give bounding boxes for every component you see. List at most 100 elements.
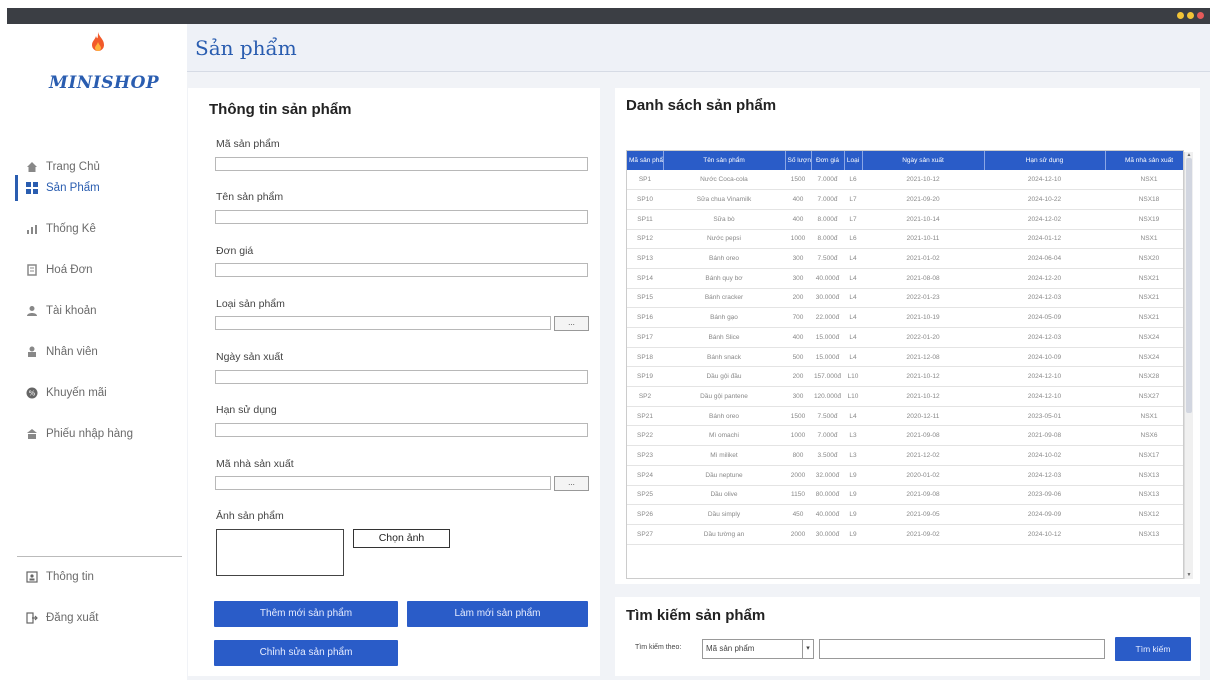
table-row[interactable]: SP25 Dầu olive 1150 80.000đ L9 2021-09-08 2023… <box>627 485 1183 506</box>
table-cell: L6 <box>844 229 862 250</box>
table-header-cell[interactable]: Tên sản phẩm <box>663 151 786 170</box>
price-input[interactable] <box>215 263 588 277</box>
table-row[interactable]: SP15 Bánh cracker 200 30.000đ L4 2022-01-23 20… <box>627 288 1183 309</box>
sidebar-item-logout[interactable]: Đăng xuất <box>7 605 187 631</box>
table-header-cell[interactable]: Đơn giá <box>811 151 845 170</box>
scroll-down-icon[interactable]: ▼ <box>1186 572 1192 578</box>
promo-icon: % <box>25 386 39 400</box>
table-cell: L10 <box>844 386 862 407</box>
table-row[interactable]: SP2 Dầu gội pantene 300 120.000đ L10 2021-10-… <box>627 386 1183 407</box>
table-cell: 2024-12-20 <box>984 268 1105 289</box>
search-button[interactable]: Tìm kiếm <box>1115 637 1191 661</box>
table-cell: SP13 <box>627 248 663 269</box>
table-cell: SP10 <box>627 189 663 210</box>
minimize-dot-icon[interactable] <box>1177 12 1184 19</box>
table-cell: 2023-05-01 <box>984 406 1105 427</box>
search-panel: Tìm kiếm sản phẩm <box>615 597 1200 676</box>
product-id-input[interactable] <box>215 157 588 171</box>
table-row[interactable]: SP24 Dầu neptune 2000 32.000đ L9 2020-01-02 20… <box>627 465 1183 486</box>
window-titlebar <box>7 8 1210 24</box>
search-input[interactable] <box>819 639 1105 659</box>
table-row[interactable]: SP14 Bánh quy bơ 300 40.000đ L4 2021-08-08 202… <box>627 268 1183 289</box>
table-row[interactable]: SP26 Dầu simply 450 40.000đ L9 2021-09-05 2024… <box>627 504 1183 525</box>
table-row[interactable]: SP1 Nước Coca-cola 1500 7.000đ L6 2021-10-12 2… <box>627 170 1183 191</box>
expiry-input[interactable] <box>215 423 588 437</box>
table-row[interactable]: SP13 Bánh oreo 300 7.500đ L4 2021-01-02 2024-0… <box>627 248 1183 269</box>
sidebar-item-statistics[interactable]: Thống Kê <box>7 216 187 242</box>
table-header-cell[interactable]: Hạn sử dụng <box>984 151 1106 170</box>
table-cell: 32.000đ <box>811 465 844 486</box>
table-cell: 2024-12-03 <box>984 327 1105 348</box>
table-row[interactable]: SP23 Mì miliket 800 3.500đ L3 2021-12-02 2024-… <box>627 445 1183 466</box>
table-row[interactable]: SP18 Bánh snack 500 15.000đ L4 2021-12-08 2024… <box>627 347 1183 368</box>
table-row[interactable]: SP12 Nước pepsi 1000 8.000đ L6 2021-10-11 2024… <box>627 229 1183 250</box>
sidebar-item-promotions[interactable]: % Khuyến mãi <box>7 380 187 406</box>
table-cell: 2000 <box>785 465 811 486</box>
table-row[interactable]: SP27 Dầu tường an 2000 30.000đ L9 2021-09-02 2… <box>627 524 1183 545</box>
table-cell: 3.500đ <box>811 445 844 466</box>
table-row[interactable]: SP16 Bánh gạo 700 22.000đ L4 2021-10-19 2024-0… <box>627 307 1183 328</box>
table-cell: Bánh cracker <box>663 288 785 309</box>
table-cell: 2021-09-20 <box>862 189 984 210</box>
table-header-cell[interactable]: Mã nhà sản xuất <box>1105 151 1183 170</box>
table-cell: 2022-01-20 <box>862 327 984 348</box>
maximize-dot-icon[interactable] <box>1187 12 1194 19</box>
product-info-title: Thông tin sản phẩm <box>209 101 352 118</box>
sidebar: MINISHOP Trang Chủ Sản Phẩm Thống Kê Hoá… <box>7 24 187 680</box>
table-header-cell[interactable]: Mã sản phẩm <box>627 151 664 170</box>
table-row[interactable]: SP19 Dầu gội đầu 200 157.000đ L10 2021-10-12 2… <box>627 366 1183 388</box>
refresh-product-button[interactable]: Làm mới sản phẩm <box>407 601 588 627</box>
table-cell: 2024-05-09 <box>984 307 1105 328</box>
table-cell: SP23 <box>627 445 663 466</box>
table-cell: 2020-01-02 <box>862 465 984 486</box>
table-scrollbar[interactable]: ▲ ▼ <box>1184 152 1193 579</box>
table-row[interactable]: SP10 Sữa chua Vinamilk 400 7.000đ L7 2021-09-… <box>627 189 1183 210</box>
category-browse-button[interactable]: ... <box>554 316 589 331</box>
sidebar-divider <box>17 556 182 557</box>
sidebar-item-staff[interactable]: Nhân viên <box>7 339 187 365</box>
table-cell: NSX13 <box>1105 524 1183 545</box>
table-cell: NSX1 <box>1105 229 1183 250</box>
sidebar-item-products[interactable]: Sản Phẩm <box>7 175 187 201</box>
sidebar-item-accounts[interactable]: Tài khoản <box>7 298 187 324</box>
category-input[interactable] <box>215 316 551 330</box>
sidebar-item-invoices[interactable]: Hoá Đơn <box>7 257 187 283</box>
table-cell: 2024-12-03 <box>984 465 1105 486</box>
close-dot-icon[interactable] <box>1197 12 1204 19</box>
table-row[interactable]: SP22 Mì omachi 1000 7.000đ L3 2021-09-08 2021-… <box>627 425 1183 447</box>
mfg-date-input[interactable] <box>215 370 588 384</box>
product-name-input[interactable] <box>215 210 588 224</box>
search-field-select[interactable]: Mã sản phẩm ▾ <box>702 639 814 659</box>
table-header-cell[interactable]: Loại <box>844 151 863 170</box>
add-product-button[interactable]: Thêm mới sản phẩm <box>214 601 398 627</box>
edit-product-button[interactable]: Chỉnh sửa sản phẩm <box>214 640 398 666</box>
table-cell: 2021-09-08 <box>984 425 1105 447</box>
table-row[interactable]: SP17 Bánh Slice 400 15.000đ L4 2022-01-20 2024… <box>627 327 1183 348</box>
table-cell: NSX18 <box>1105 189 1183 210</box>
chevron-down-icon[interactable]: ▾ <box>802 640 813 658</box>
table-cell: 800 <box>785 445 811 466</box>
table-cell: L10 <box>844 366 862 388</box>
sidebar-item-info[interactable]: Thông tin <box>7 564 187 590</box>
sidebar-item-import-receipts[interactable]: Phiếu nhập hàng <box>7 421 187 447</box>
category-label: Loại sản phẩm <box>216 298 285 310</box>
product-table: Mã sản phẩmTên sản phẩmSố lượngĐơn giáLo… <box>627 151 1183 545</box>
table-cell: NSX28 <box>1105 366 1183 388</box>
manufacturer-browse-button[interactable]: ... <box>554 476 589 491</box>
manufacturer-input[interactable] <box>215 476 551 490</box>
table-cell: 2021-09-08 <box>862 485 984 506</box>
table-cell: NSX6 <box>1105 425 1183 447</box>
table-cell: L4 <box>844 327 862 348</box>
mfg-date-label: Ngày sản xuất <box>216 351 284 363</box>
table-row[interactable]: SP11 Sữa bò 400 8.000đ L7 2021-10-14 2024-12-0… <box>627 209 1183 230</box>
table-cell: 7.500đ <box>811 406 844 427</box>
table-cell: 8.000đ <box>811 229 844 250</box>
table-header-cell[interactable]: Số lượng <box>785 151 812 170</box>
table-row[interactable]: SP21 Bánh oreo 1500 7.500đ L4 2020-12-11 2023-… <box>627 406 1183 427</box>
table-cell: Bánh oreo <box>663 248 785 269</box>
scrollbar-thumb[interactable] <box>1186 158 1192 413</box>
table-cell: SP21 <box>627 406 663 427</box>
table-header-cell[interactable]: Ngày sản xuất <box>862 151 985 170</box>
choose-image-button[interactable]: Chọn ảnh <box>353 529 450 548</box>
table-cell: SP27 <box>627 524 663 545</box>
